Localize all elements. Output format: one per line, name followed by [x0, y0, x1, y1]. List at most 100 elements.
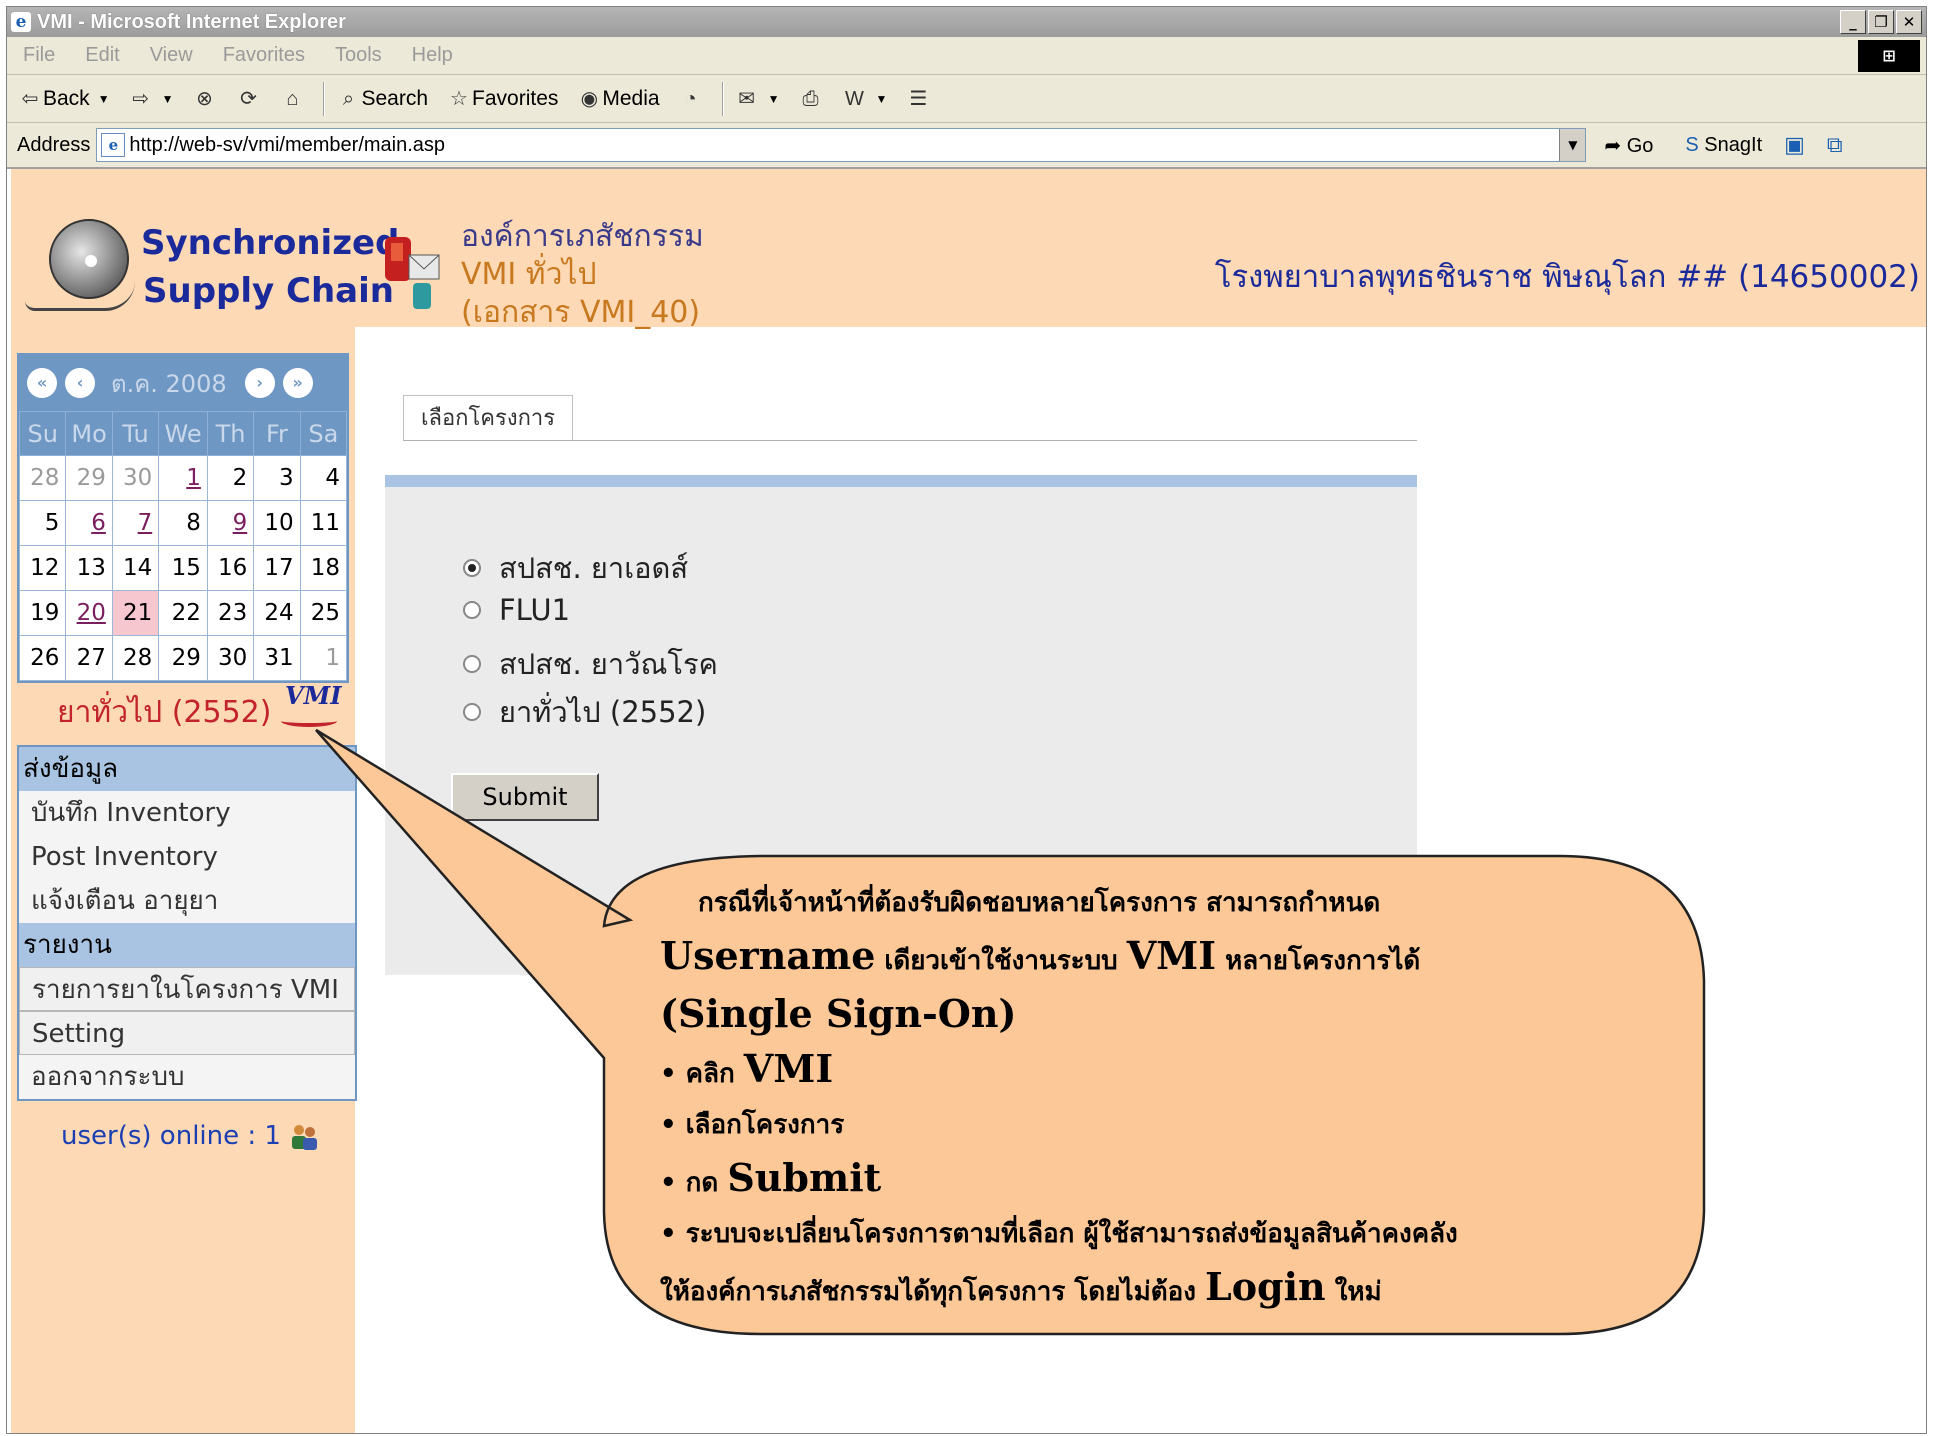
radio-selected[interactable] [463, 559, 481, 577]
program-option[interactable]: ยาทั่วไป (2552) [463, 689, 706, 735]
menu-setting[interactable]: Setting [19, 1011, 355, 1055]
menu-expiry-alert[interactable]: แจ้งเตือน อายุยา [19, 879, 355, 923]
go-label: Go [1626, 134, 1654, 157]
menu-tools[interactable]: Tools [335, 44, 382, 67]
calendar-day: 17 [253, 545, 301, 591]
tab-underline [403, 440, 1417, 441]
windows-logo-icon: ⊞ [1858, 40, 1920, 72]
program-option[interactable]: สปสช. ยาเอดส์ [463, 545, 688, 591]
menu-file[interactable]: File [23, 44, 55, 67]
back-button[interactable]: ⇦ Back ▼ [17, 86, 110, 112]
title-bar: e VMI - Microsoft Internet Explorer _ ❐ … [7, 7, 1926, 37]
menu-edit[interactable]: Edit [85, 44, 119, 67]
radio[interactable] [463, 601, 481, 619]
logo-text-line2: Supply Chain [143, 271, 394, 311]
calendar-day: 8 [158, 500, 208, 546]
calendar-month: ต.ค. 2008 [111, 369, 227, 398]
menu-post-inventory[interactable]: Post Inventory [19, 835, 355, 879]
chevron-down-icon[interactable]: ▼ [98, 92, 110, 106]
chevron-down-icon[interactable]: ▼ [768, 92, 780, 106]
mailbox-icon [385, 237, 440, 309]
menu-view[interactable]: View [150, 44, 193, 67]
media-button[interactable]: ◉ Media [576, 86, 660, 112]
refresh-icon: ⟳ [240, 87, 257, 110]
chevron-down-icon[interactable]: ▼ [1559, 129, 1586, 161]
program-option-label: สปสช. ยาเอดส์ [499, 551, 689, 585]
left-menu: ส่งข้อมูล บันทึก Inventory Post Inventor… [17, 745, 357, 1101]
page-header: Synchronized Supply Chain องค์การเภสัชกร… [11, 169, 1926, 330]
calendar-day: 13 [65, 545, 113, 591]
calendar-day-link[interactable]: 20 [65, 590, 113, 636]
menu-favorites[interactable]: Favorites [223, 44, 305, 67]
calendar-day: 29 [65, 455, 113, 501]
calendar-day: 30 [206, 635, 255, 681]
tab-select-program[interactable]: เลือกโครงการ [403, 395, 573, 441]
favorites-button[interactable]: ☆ Favorites [446, 86, 558, 112]
calendar-day: 12 [18, 545, 67, 591]
weekday-mo: Mo [65, 411, 113, 456]
calendar-day-link[interactable]: 9 [206, 500, 255, 546]
weekday-tu: Tu [111, 411, 160, 456]
menu-bar: File Edit View Favorites Tools Help ⊞ [7, 37, 1926, 75]
close-button[interactable]: ✕ [1896, 10, 1922, 34]
snagit-button[interactable]: S SnagIt [1685, 134, 1762, 157]
menu-section-report: รายงาน [19, 923, 355, 967]
prev-year-icon[interactable]: « [27, 368, 57, 398]
calendar-day: 18 [299, 545, 348, 591]
refresh-button[interactable]: ⟳ [235, 86, 261, 112]
search-button[interactable]: ⌕ Search [335, 86, 428, 112]
weekday-row: Su Mo Tu We Th Fr Sa [18, 411, 348, 456]
snagit-capture-icon[interactable]: ⧉ [1827, 133, 1843, 158]
program-option[interactable]: FLU1 [463, 593, 570, 627]
hospital-name: โรงพยาบาลพุทธชินราช พิษณุโลก ## (1465000… [1214, 259, 1920, 295]
discuss-button[interactable]: ☰ [905, 86, 931, 112]
prev-month-icon[interactable]: ‹ [65, 368, 95, 398]
edit-button[interactable]: W ▼ [841, 86, 887, 112]
favorites-label: Favorites [472, 86, 559, 110]
stop-button[interactable]: ⊗ [191, 86, 217, 112]
snagit-label: SnagIt [1704, 133, 1763, 156]
minimize-button[interactable]: _ [1840, 10, 1866, 34]
radio[interactable] [463, 655, 481, 673]
print-button[interactable]: ⎙ [797, 86, 823, 112]
next-year-icon[interactable]: » [282, 368, 313, 398]
online-users-label: user(s) online : 1 [61, 1121, 281, 1151]
menu-vmi-drug-list[interactable]: รายการยาในโครงการ VMI [19, 967, 355, 1011]
snagit-window-icon[interactable]: ▣ [1784, 133, 1805, 158]
globe-dot [85, 255, 97, 267]
calendar-day-link[interactable]: 7 [111, 500, 160, 546]
program-option[interactable]: สปสช. ยาวัณโรค [463, 641, 718, 687]
callout-bullet1-vmi: VMI [743, 1046, 834, 1091]
go-button[interactable]: ➦ Go [1604, 133, 1653, 158]
current-program: ยาทั่วไป (2552) [57, 695, 272, 730]
submit-button[interactable]: Submit [451, 773, 599, 821]
callout-bullet-select: • เลือกโครงการ [660, 1110, 845, 1140]
program-option-label: สปสช. ยาวัณโรค [499, 647, 718, 681]
menu-help[interactable]: Help [412, 44, 453, 67]
mail-button[interactable]: ✉ ▼ [734, 86, 780, 112]
home-button[interactable]: ⌂ [279, 86, 305, 112]
mail-icon: ✉ [738, 87, 755, 110]
history-button[interactable]: ◔ [678, 86, 704, 112]
next-month-icon[interactable]: › [244, 368, 275, 398]
calendar-day: 14 [111, 545, 160, 591]
address-url[interactable]: http://web-sv/vmi/member/main.asp [129, 134, 445, 157]
calendar-day: 16 [206, 545, 255, 591]
chevron-down-icon[interactable]: ▼ [162, 92, 174, 106]
address-input[interactable]: e http://web-sv/vmi/member/main.asp ▼ [96, 128, 1587, 162]
menu-record-inventory[interactable]: บันทึก Inventory [19, 791, 355, 835]
restore-button[interactable]: ❐ [1868, 10, 1894, 34]
callout-line2-end: หลายโครงการได้ [1216, 946, 1421, 976]
chevron-down-icon[interactable]: ▼ [875, 92, 887, 106]
forward-button[interactable]: ⇨ ▼ [128, 86, 174, 112]
hand-logo-icon [25, 281, 135, 311]
word-icon: W [845, 87, 864, 110]
menu-logout[interactable]: ออกจากระบบ [19, 1055, 355, 1099]
vmi-link[interactable]: VMI [285, 681, 341, 710]
toolbar-separator [323, 81, 326, 116]
calendar-day-link[interactable]: 1 [158, 455, 208, 501]
toolbar-separator [721, 81, 724, 116]
radio[interactable] [463, 703, 481, 721]
document-code: (เอกสาร VMI_40) [461, 295, 701, 330]
calendar-day-link[interactable]: 6 [65, 500, 113, 546]
